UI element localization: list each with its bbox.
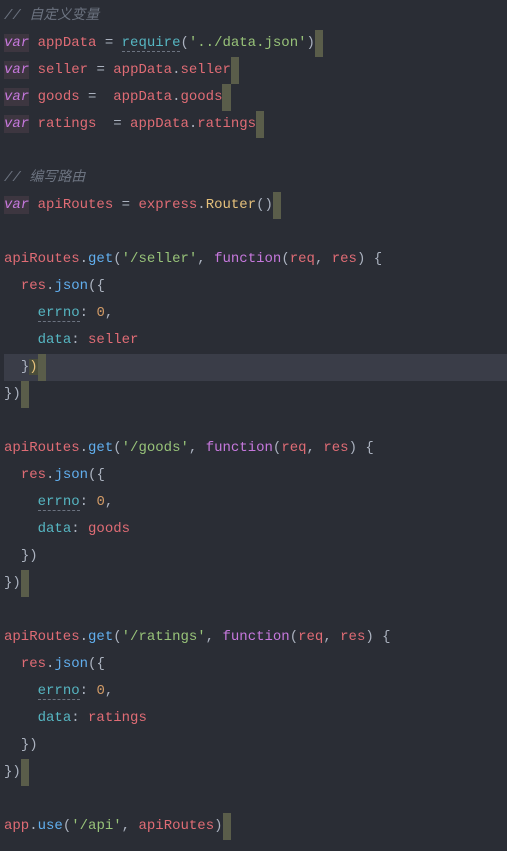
code-line[interactable]: errno: 0, [4,489,507,516]
code-line[interactable]: }) [4,759,507,786]
code-line[interactable]: res.json({ [4,273,507,300]
code-line[interactable]: }) [4,543,507,570]
number-zero: 0 [96,683,104,699]
comment-text: // 自定义变量 [4,8,99,24]
code-line[interactable]: var apiRoutes = express.Router() [4,192,507,219]
method-json: json [54,656,88,672]
code-line[interactable]: var seller = appData.seller [4,57,507,84]
method-json: json [54,278,88,294]
param-req: req [281,440,306,456]
code-line-empty[interactable] [4,138,507,165]
var-keyword: var [4,61,29,79]
string-ratings-route: '/ratings' [122,629,206,645]
code-line[interactable]: data: ratings [4,705,507,732]
cursor-block [21,570,29,597]
cursor-block [273,192,281,219]
cursor-block [38,354,46,381]
variable-goods: goods [38,89,80,105]
var-keyword: var [4,34,29,52]
cursor-block [256,111,264,138]
number-zero: 0 [96,494,104,510]
code-line[interactable]: }) [4,570,507,597]
cursor-block [21,381,29,408]
prop-data: data [38,521,72,537]
param-req: req [298,629,323,645]
prop-data: data [38,710,72,726]
code-line[interactable]: var ratings = appData.ratings [4,111,507,138]
prop-errno: errno [38,494,80,511]
code-line[interactable]: errno: 0, [4,678,507,705]
param-res: res [323,440,348,456]
string-goods-route: '/goods' [122,440,189,456]
variable-seller: seller [38,62,88,78]
var-keyword: var [4,115,29,133]
cursor-block [222,84,230,111]
var-keyword: var [4,196,29,214]
method-get: get [88,251,113,267]
code-line-highlighted[interactable]: }) [4,354,507,381]
variable-ratings: ratings [38,116,97,132]
code-line[interactable]: res.json({ [4,462,507,489]
string-datajson: '../data.json' [189,35,307,51]
cursor-block [315,30,323,57]
variable-appdata: appData [38,35,97,51]
code-line[interactable]: data: seller [4,327,507,354]
code-line[interactable]: errno: 0, [4,300,507,327]
method-get: get [88,629,113,645]
var-keyword: var [4,88,29,106]
comment-text: // 编写路由 [4,170,85,186]
string-api-route: '/api' [71,818,121,834]
number-zero: 0 [96,305,104,321]
code-line[interactable]: app.use('/api', apiRoutes) [4,813,507,840]
cursor-block [223,813,231,840]
code-line-empty[interactable] [4,408,507,435]
code-line-empty[interactable] [4,786,507,813]
code-line[interactable]: }) [4,381,507,408]
code-line[interactable]: res.json({ [4,651,507,678]
method-get: get [88,440,113,456]
code-line[interactable]: data: goods [4,516,507,543]
variable-app: app [4,818,29,834]
param-res: res [340,629,365,645]
code-line[interactable]: apiRoutes.get('/ratings', function(req, … [4,624,507,651]
function-keyword: function [222,629,289,645]
prop-data: data [38,332,72,348]
cursor-block [231,57,239,84]
code-line[interactable]: // 编写路由 [4,165,507,192]
prop-errno: errno [38,305,80,322]
matched-paren: ) [29,359,37,375]
param-res: res [332,251,357,267]
method-json: json [54,467,88,483]
prop-errno: errno [38,683,80,700]
function-keyword: function [214,251,281,267]
cursor-block [21,759,29,786]
router-class: Router [206,197,256,213]
code-line[interactable]: var appData = require('../data.json') [4,30,507,57]
function-keyword: function [206,440,273,456]
code-line[interactable]: apiRoutes.get('/goods', function(req, re… [4,435,507,462]
code-line[interactable]: }) [4,732,507,759]
method-use: use [38,818,63,834]
code-line-empty[interactable] [4,597,507,624]
string-seller-route: '/seller' [122,251,198,267]
code-line[interactable]: // 自定义变量 [4,3,507,30]
code-line-empty[interactable] [4,219,507,246]
code-line[interactable]: var goods = appData.goods [4,84,507,111]
param-req: req [290,251,315,267]
code-line[interactable]: apiRoutes.get('/seller', function(req, r… [4,246,507,273]
function-require: require [122,35,181,52]
variable-apiroutes: apiRoutes [38,197,114,213]
